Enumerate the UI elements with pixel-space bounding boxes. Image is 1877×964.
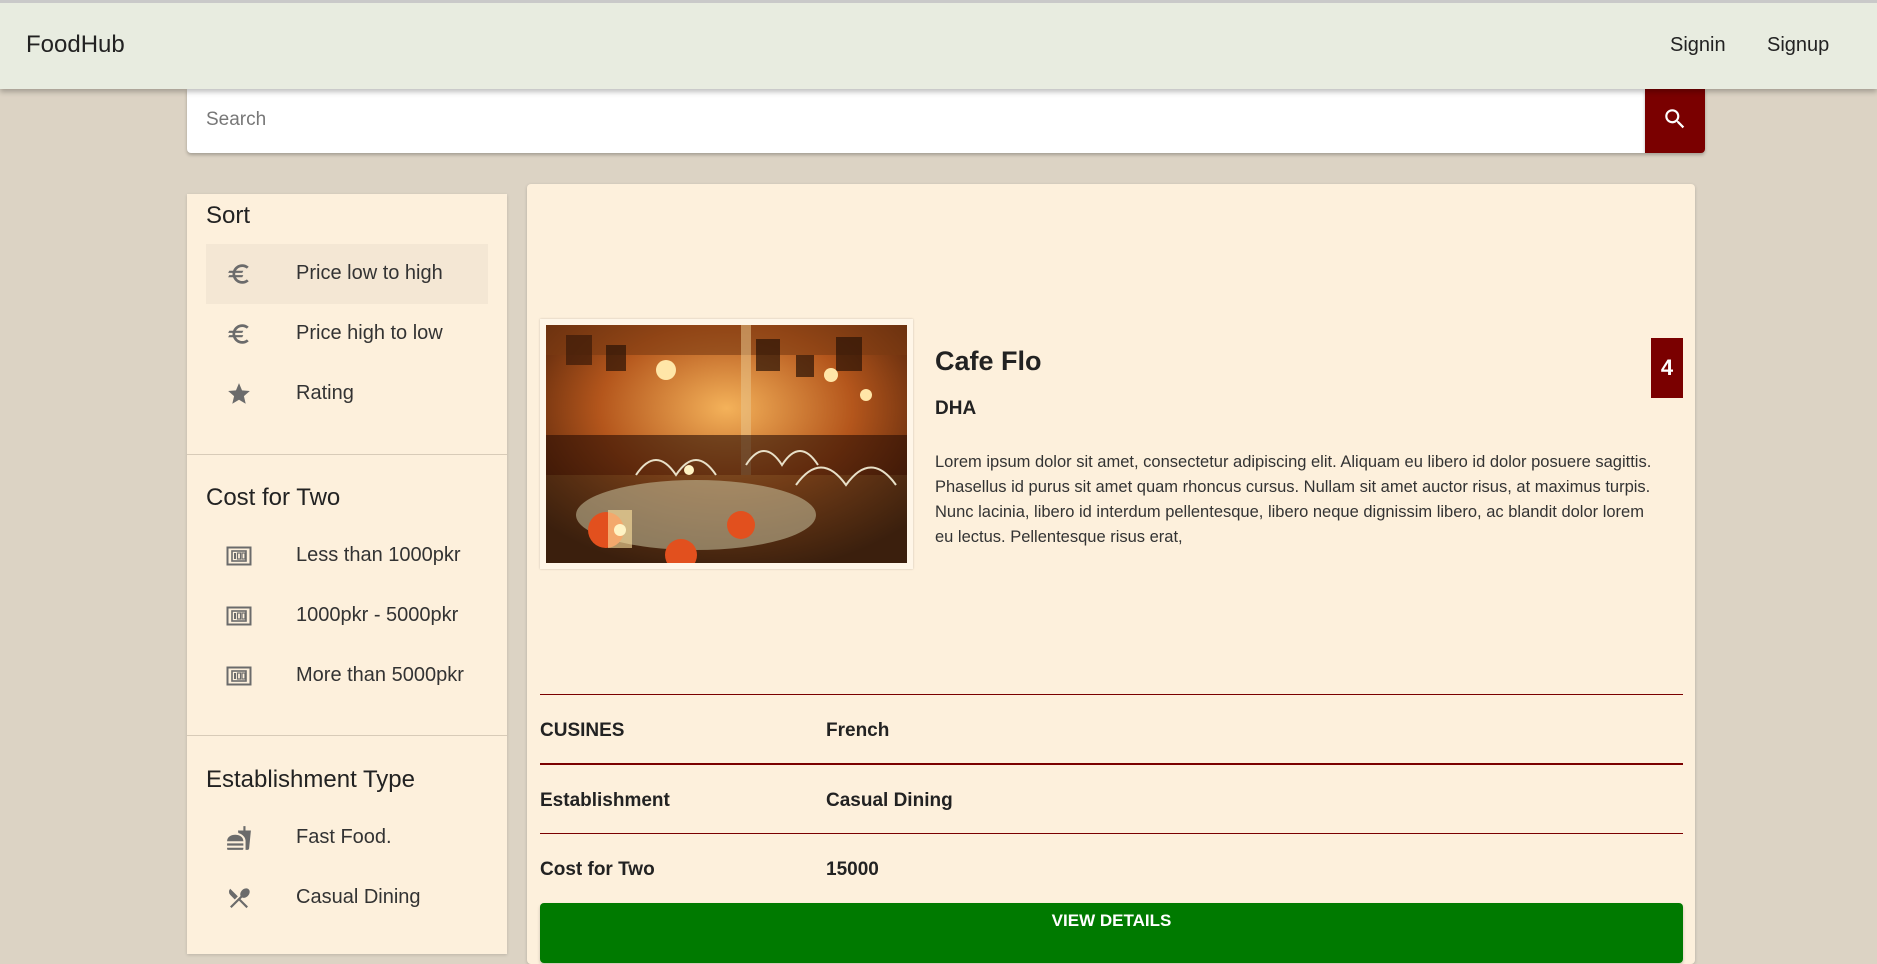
cost-1000-5000[interactable]: 1000pkr - 5000pkr (206, 586, 488, 646)
search-button[interactable] (1645, 89, 1705, 153)
establishment-fast-food[interactable]: Fast Food. (206, 808, 488, 868)
sort-price-low-high[interactable]: Price low to high (206, 244, 488, 304)
establishment-item-label: Casual Dining (296, 886, 421, 908)
money-icon (224, 602, 254, 630)
detail-value-establishment: Casual Dining (826, 790, 953, 811)
cost-more-5000[interactable]: More than 5000pkr (206, 646, 488, 706)
sort-price-high-low[interactable]: Price high to low (206, 304, 488, 364)
cost-item-label: 1000pkr - 5000pkr (296, 604, 459, 626)
app-bar: FoodHub Signin Signup (0, 3, 1877, 89)
establishment-title: Establishment Type (206, 766, 416, 793)
sort-item-label: Price low to high (296, 262, 443, 284)
top-edge (0, 0, 1877, 3)
view-details-button[interactable]: VIEW DETAILS (540, 903, 1683, 963)
restaurant-icon (224, 884, 254, 912)
detail-value-cusines: French (826, 720, 890, 741)
sort-item-label: Rating (296, 382, 354, 404)
money-icon (224, 542, 254, 570)
rating-badge: 4 (1651, 338, 1683, 398)
euro-icon (224, 260, 254, 288)
fastfood-icon (224, 824, 254, 852)
restaurant-description: Lorem ipsum dolor sit amet, consectetur … (935, 453, 1652, 546)
money-icon (224, 662, 254, 690)
detail-value-cost: 15000 (826, 859, 879, 880)
restaurant-photo[interactable] (540, 319, 913, 569)
restaurant-card: Cafe Flo DHA Lorem ipsum dolor sit amet,… (527, 184, 1695, 964)
restaurant-photo-image (546, 325, 907, 563)
detail-divider (540, 694, 1683, 695)
sort-rating[interactable]: Rating (206, 364, 488, 424)
detail-key-cusines: CUSINES (540, 720, 625, 741)
establishment-item-label: Fast Food. (296, 826, 392, 848)
restaurant-name: Cafe Flo (935, 346, 1042, 376)
signup-button[interactable]: Signup (1767, 34, 1829, 57)
search-bar (187, 89, 1645, 153)
signin-button[interactable]: Signin (1670, 34, 1726, 57)
restaurant-area: DHA (935, 398, 977, 419)
star-icon (224, 380, 254, 408)
sort-item-label: Price high to low (296, 322, 443, 344)
cost-item-label: Less than 1000pkr (296, 544, 461, 566)
brand-logo[interactable]: FoodHub (26, 31, 125, 59)
cost-less-1000[interactable]: Less than 1000pkr (206, 526, 488, 586)
sidebar-divider (187, 735, 507, 736)
search-input[interactable] (204, 89, 1608, 151)
euro-icon (224, 320, 254, 348)
search-icon (1662, 106, 1688, 137)
cost-item-label: More than 5000pkr (296, 664, 464, 686)
detail-divider (540, 833, 1683, 834)
establishment-casual-dining[interactable]: Casual Dining (206, 868, 488, 928)
filter-sidebar: Sort Price low to high Price high to low… (187, 194, 507, 954)
detail-key-establishment: Establishment (540, 790, 670, 811)
detail-divider (540, 763, 1683, 765)
sidebar-divider (187, 454, 507, 455)
cost-title: Cost for Two (206, 484, 341, 511)
detail-key-cost: Cost for Two (540, 859, 655, 880)
sort-title: Sort (206, 202, 251, 229)
